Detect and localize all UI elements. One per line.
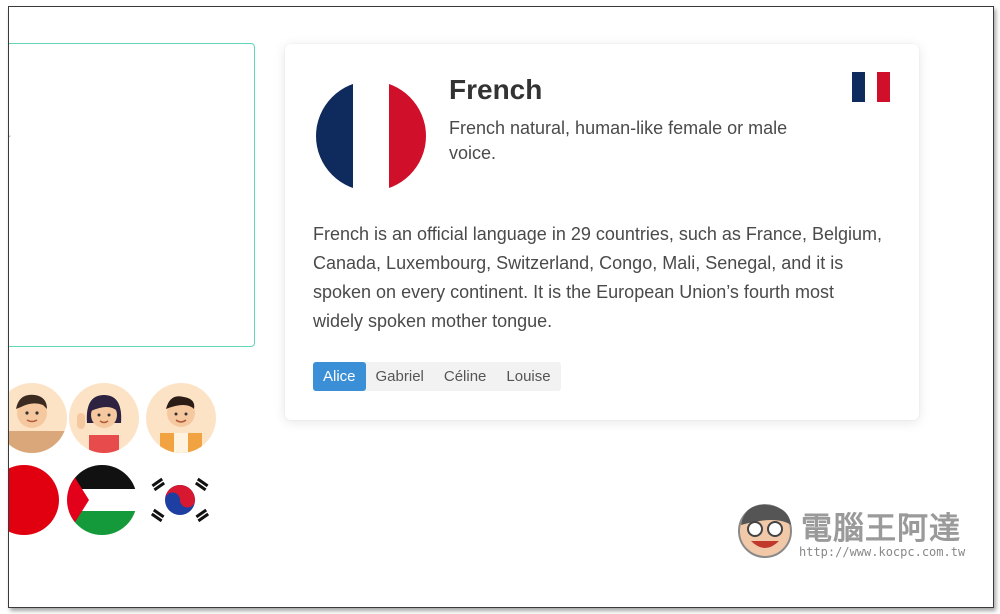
language-subtitle: French natural, human-like female or mal…: [449, 118, 788, 163]
watermark-name: 電腦王阿達: [801, 511, 961, 547]
flag-stripe-red: [389, 81, 426, 191]
watermark-url: http://www.kocpc.com.tw: [799, 545, 966, 559]
app-window: ...: [8, 6, 994, 608]
mascot-logo-icon: [738, 504, 792, 558]
flag-stripe-blue: [316, 81, 353, 191]
text-input-area[interactable]: ...: [8, 43, 255, 347]
mini-flag-white: [864, 72, 878, 102]
man-avatar-icon[interactable]: [9, 383, 67, 453]
voice-tab-louise[interactable]: Louise: [496, 362, 560, 391]
france-flag-large-icon: [316, 81, 426, 191]
palestine-flag-icon[interactable]: [67, 465, 137, 535]
south-korea-flag-icon[interactable]: [145, 465, 215, 535]
placeholder-ellipsis: ...: [8, 124, 13, 140]
red-flag-icon[interactable]: [9, 465, 59, 535]
language-title: French: [449, 74, 543, 105]
language-card: French French natural, human-like female…: [285, 44, 919, 420]
voice-tab-celine[interactable]: Céline: [434, 362, 497, 391]
voice-selector: Alice Gabriel Céline Louise: [313, 362, 561, 391]
flag-stripe-white: [352, 81, 390, 191]
mini-flag-red: [877, 72, 891, 102]
france-flag-small-icon: [852, 72, 891, 102]
mini-flag-blue: [852, 72, 865, 102]
language-description: French is an official language in 29 cou…: [313, 224, 882, 331]
voice-tab-alice[interactable]: Alice: [313, 362, 366, 391]
man-smiling-avatar-icon[interactable]: [146, 383, 216, 453]
voice-tab-gabriel[interactable]: Gabriel: [366, 362, 434, 391]
watermark: 電腦王阿達 http://www.kocpc.com.tw: [733, 495, 983, 565]
woman-waving-avatar-icon[interactable]: [69, 383, 139, 453]
